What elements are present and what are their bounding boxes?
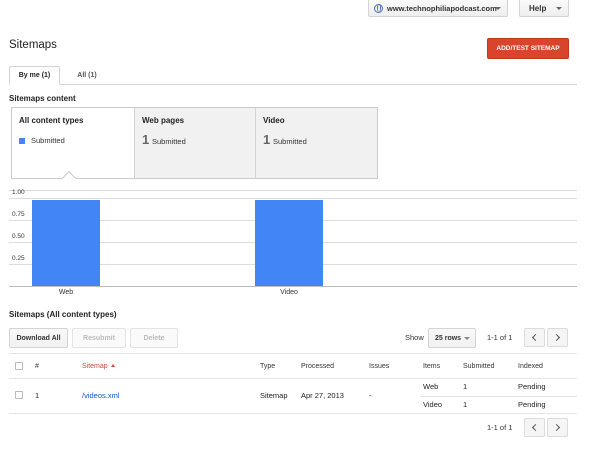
rows-per-page-value: 25 rows [435,334,462,342]
col-issues[interactable]: Issues [369,363,389,370]
row-type: Sitemap [260,391,288,400]
col-submitted[interactable]: Submitted [463,363,495,370]
item-type: Video [423,400,443,409]
card-web-pages[interactable]: Web pages 1 Submitted [134,108,255,178]
globe-icon [374,3,383,13]
content-type-cards: All content types Submitted Web pages 1 … [11,107,378,179]
rows-per-page-select[interactable]: 25 rows [428,328,476,348]
y-tick-label: 1.00 [12,189,25,196]
resubmit-button[interactable]: Resubmit [72,328,126,348]
col-sitemap[interactable]: Sitemap [82,363,115,370]
download-all-button[interactable]: Download All [9,328,68,348]
row-issues: - [369,391,372,400]
table-row: 1 /videos.xml Sitemap Apr 27, 2013 - Web… [9,379,577,414]
chevron-right-icon [552,333,561,342]
help-label: Help [529,3,547,13]
tab-by-me[interactable]: By me (1) [9,66,60,85]
chevron-right-icon [552,423,561,432]
chevron-left-icon [531,423,540,432]
card-all-content-types[interactable]: All content types Submitted [12,108,134,178]
col-processed[interactable]: Processed [301,363,334,370]
row-checkbox[interactable] [15,391,23,399]
card-count: 1 [263,132,271,147]
chevron-down-icon [464,337,470,340]
card-title: All content types [19,116,84,125]
chart-baseline [9,286,577,287]
x-tick-label: Web [58,289,74,296]
legend-swatch [19,138,25,144]
col-indexed[interactable]: Indexed [518,363,543,370]
chart-bar-web[interactable] [32,200,100,286]
card-video[interactable]: Video 1 Submitted [255,108,377,178]
prev-page-button[interactable] [524,328,545,347]
delete-button[interactable]: Delete [130,328,178,348]
y-tick-label: 0.50 [12,233,25,240]
legend-label: Submitted [31,136,65,145]
prev-page-button[interactable] [524,418,545,437]
select-all-checkbox[interactable] [15,362,23,370]
chevron-down-icon [556,7,562,10]
row-processed: Apr 27, 2013 [301,391,344,400]
chart-top-border [9,190,577,191]
sitemaps-content-heading: Sitemaps content [9,94,76,103]
show-label: Show [405,333,424,342]
sitemaps-table-heading: Sitemaps (All content types) [9,310,117,319]
item-submitted: 1 [463,382,468,391]
chevron-left-icon [531,333,540,342]
pagination-text: 1-1 of 1 [487,333,513,342]
chart-bar-video[interactable] [255,200,323,286]
row-index: 1 [35,391,40,400]
next-page-button[interactable] [547,328,568,347]
y-tick-label: 0.25 [12,255,25,262]
col-items[interactable]: Items [423,363,440,370]
col-index: # [35,363,39,370]
site-selector-label: www.technophiliapodcast.com [387,3,497,13]
card-title: Web pages [142,116,185,125]
table-header: # Sitemap Type Processed Issues Items Su… [9,353,577,379]
add-test-sitemap-button[interactable]: ADD/TEST SITEMAP [487,38,569,59]
item-indexed: Pending [518,400,546,409]
page-title: Sitemaps [9,39,57,51]
sitemap-link[interactable]: /videos.xml [82,391,120,400]
help-button[interactable]: Help [519,0,569,17]
card-count: 1 [142,132,150,147]
site-selector[interactable]: www.technophiliapodcast.com [368,0,508,17]
item-submitted: 1 [463,400,468,409]
next-page-button[interactable] [547,418,568,437]
col-sitemap-label: Sitemap [82,363,108,370]
y-tick-label: 0.75 [12,211,25,218]
card-title: Video [263,116,285,125]
item-type: Web [423,382,439,391]
x-tick-label: Video [280,289,298,296]
tab-all[interactable]: All (1) [68,66,106,85]
chart-gridline [9,198,577,199]
col-type[interactable]: Type [260,363,275,370]
item-divider [420,396,577,397]
sitemaps-bar-chart: 1.00 0.75 0.50 0.25 Web Video [9,189,577,296]
footer-pagination-text: 1-1 of 1 [487,423,513,432]
item-indexed: Pending [518,382,546,391]
sort-ascending-icon [110,364,115,367]
chevron-down-icon [495,7,501,10]
card-count-label: Submitted [273,137,307,146]
card-count-label: Submitted [152,137,186,146]
